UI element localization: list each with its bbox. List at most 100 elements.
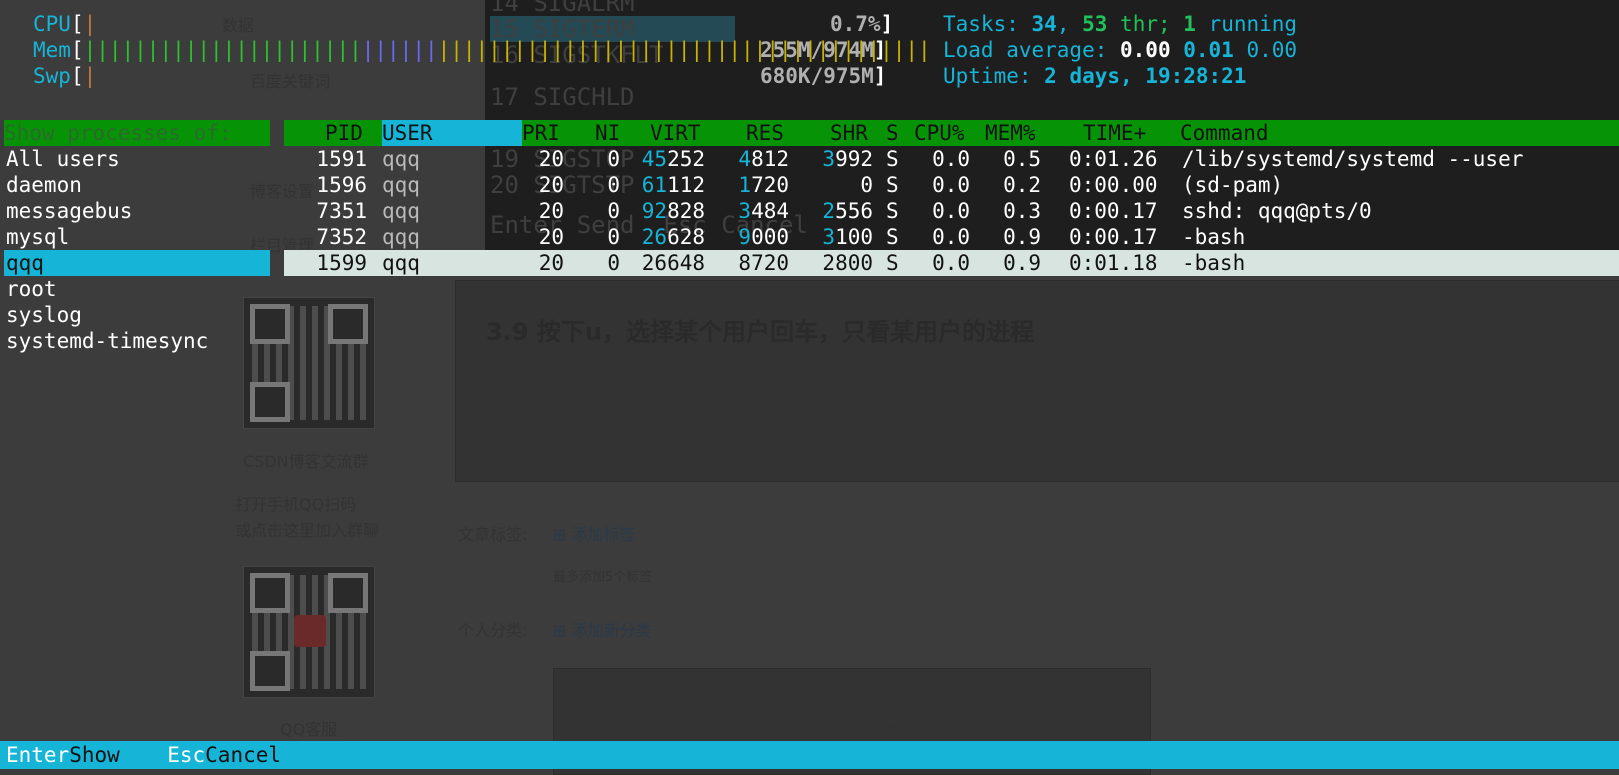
cell-user: qqq: [382, 173, 420, 197]
col-shr[interactable]: SHR: [830, 120, 868, 146]
cell-s: S: [886, 147, 899, 171]
cell-shr: 2556: [822, 199, 873, 223]
show-button[interactable]: Show: [69, 742, 167, 768]
col-pid[interactable]: PID: [325, 120, 363, 146]
col-res[interactable]: RES: [746, 120, 784, 146]
user-list-item[interactable]: messagebus: [6, 198, 132, 224]
enter-key: Enter: [6, 743, 70, 767]
cell-mem: 0.2: [1003, 173, 1041, 197]
col-virt[interactable]: VIRT: [650, 120, 701, 146]
cell-res: 1720: [738, 173, 789, 197]
bg-label: 数据: [222, 16, 255, 35]
user-list-item[interactable]: mysql: [6, 224, 69, 250]
cell-res: 3484: [738, 199, 789, 223]
cell-cpu: 0.0: [932, 199, 970, 223]
bg-hint: 最多添加5个标签: [553, 570, 653, 585]
cell-s: S: [886, 225, 899, 249]
cell-shr: 2800: [822, 251, 873, 275]
cell-pid: 7352: [316, 225, 367, 249]
cell-user: qqq: [382, 251, 420, 275]
add-tag-link: ⊞ 添加标签: [553, 525, 636, 544]
swap-meter: Swp[|: [33, 64, 97, 88]
cell-virt: 26648: [641, 251, 705, 275]
cell-res: 4812: [738, 147, 789, 171]
cell-shr: 3992: [822, 147, 873, 171]
cell-time: 0:00.17: [1069, 225, 1158, 249]
cell-cmd: -bash: [1182, 251, 1246, 275]
cell-time: 0:00.00: [1069, 173, 1158, 197]
cell-cmd: sshd: qqq@pts/0: [1182, 199, 1372, 223]
cell-user: qqq: [382, 225, 420, 249]
col-mem[interactable]: MEM%: [985, 120, 1036, 146]
join-line: 打开手机QQ扫码: [235, 495, 357, 514]
swap-value: 680K/975M]: [760, 64, 887, 88]
cell-pid: 7351: [316, 199, 367, 223]
cell-s: S: [886, 173, 899, 197]
join-link: 或点击这里加入群聊: [235, 521, 380, 540]
col-time[interactable]: TIME+: [1083, 120, 1146, 146]
qr-code-icon: [243, 566, 375, 698]
cell-user: qqq: [382, 147, 420, 171]
cell-virt: 45252: [641, 147, 705, 171]
bg-label: 个人分类:: [458, 621, 528, 640]
bg-category: ubuntu: [877, 720, 934, 739]
cell-s: S: [886, 251, 899, 275]
cell-mem: 0.9: [1003, 225, 1041, 249]
user-panel-header: Show processes of:: [4, 120, 270, 146]
user-list-item[interactable]: syslog: [6, 302, 82, 328]
col-pri[interactable]: PRI: [522, 120, 560, 146]
cell-pid: 1596: [316, 173, 367, 197]
cell-mem: 0.5: [1003, 147, 1041, 171]
user-list-item[interactable]: root: [6, 276, 57, 302]
function-bar-keys: EnterShow EscCancel: [6, 742, 281, 768]
cell-ni: 0: [607, 225, 620, 249]
bg-category: RHEL7: [607, 684, 660, 703]
cell-mem: 0.9: [1003, 251, 1041, 275]
col-command[interactable]: Command: [1180, 120, 1269, 146]
cell-time: 0:01.18: [1069, 251, 1158, 275]
cell-user: qqq: [382, 199, 420, 223]
cell-mem: 0.3: [1003, 199, 1041, 223]
tasks-summary: Tasks: 34, 53 thr; 1 running: [943, 12, 1298, 36]
cell-cpu: 0.0: [932, 147, 970, 171]
col-cpu[interactable]: CPU%: [914, 120, 965, 146]
esc-key: Esc: [167, 743, 206, 767]
cell-virt: 92828: [641, 199, 705, 223]
user-list-item[interactable]: All users: [6, 146, 120, 172]
cell-virt: 61112: [641, 173, 705, 197]
bg-label: 文章标签:: [458, 525, 528, 544]
cpu-meter: CPU[|: [33, 12, 97, 36]
user-list-item-selected[interactable]: qqq: [6, 250, 44, 276]
bg-category: windows: [877, 684, 947, 703]
bg-label: 百度关键词: [250, 72, 331, 91]
cancel-button[interactable]: Cancel: [205, 743, 281, 767]
ghost-signal: 17 SIGCHLD: [490, 83, 635, 111]
load-average: Load average: 0.00 0.01 0.00: [943, 38, 1298, 62]
uptime: Uptime: 2 days, 19:28:21: [943, 64, 1247, 88]
cell-cpu: 0.0: [932, 173, 970, 197]
col-user[interactable]: USER: [382, 120, 433, 146]
user-list-item[interactable]: daemon: [6, 172, 82, 198]
col-ni[interactable]: NI: [595, 120, 620, 146]
cell-cmd: /lib/systemd/systemd --user: [1182, 147, 1524, 171]
cell-ni: 0: [607, 251, 620, 275]
cell-time: 0:00.17: [1069, 199, 1158, 223]
bg-heading: 3.9 按下u，选择某个用户回车，只看某用户的进程: [486, 318, 1034, 346]
cell-ni: 0: [607, 199, 620, 223]
cell-ni: 0: [607, 147, 620, 171]
cell-cpu: 0.0: [932, 251, 970, 275]
plus-icon: ⊞: [553, 525, 572, 544]
col-state[interactable]: S: [886, 120, 899, 146]
ghost-signal: 14 SIGALRM: [490, 0, 635, 17]
bg-category: z: [607, 720, 616, 739]
cell-pri: 20: [538, 147, 564, 171]
qr-caption: QQ客服: [280, 720, 338, 739]
mem-value: 255M/974M]: [760, 38, 887, 62]
bg-panel: [455, 280, 1619, 482]
cell-cmd: -bash: [1182, 225, 1246, 249]
cell-pri: 20: [538, 225, 564, 249]
user-list-item[interactable]: systemd-timesync: [6, 328, 208, 354]
cell-pri: 20: [538, 199, 564, 223]
cell-cpu: 0.0: [932, 225, 970, 249]
cell-s: S: [886, 199, 899, 223]
